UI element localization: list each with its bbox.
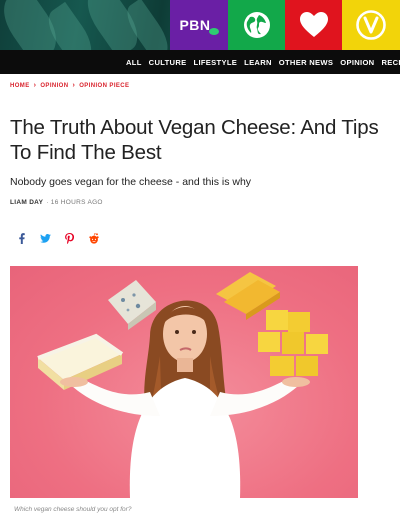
- hero-image: [10, 266, 358, 498]
- main-nav: ALL CULTURE LIFESTYLE LEARN OTHER NEWS O…: [0, 50, 400, 74]
- article-title: The Truth About Vegan Cheese: And Tips T…: [10, 116, 379, 164]
- nav-item-other-news[interactable]: OTHER NEWS: [279, 58, 333, 67]
- article-subtitle: Nobody goes vegan for the cheese - and t…: [10, 176, 252, 188]
- nav-item-all[interactable]: ALL: [126, 58, 142, 67]
- heart-icon: [299, 12, 328, 37]
- v-tile[interactable]: [342, 0, 400, 50]
- nav-item-lifestyle[interactable]: LIFESTYLE: [194, 58, 238, 67]
- globe-icon: [243, 12, 270, 38]
- author-name[interactable]: LIAM DAY: [10, 199, 43, 206]
- blue-cheese: [108, 280, 156, 330]
- breadcrumb-opinion-piece[interactable]: OPINION PIECE: [79, 83, 129, 89]
- breadcrumb-opinion[interactable]: OPINION: [40, 83, 68, 89]
- nav-item-recipes[interactable]: RECIPES: [381, 58, 400, 67]
- pbn-logo-text: PBN: [179, 17, 211, 33]
- breadcrumb-separator: ›: [33, 82, 37, 89]
- world-tile[interactable]: [228, 0, 285, 50]
- site-banner: PBN: [0, 0, 400, 50]
- woman-with-cheese-illustration: [37, 272, 328, 498]
- breadcrumb-separator: ›: [72, 82, 76, 89]
- facebook-icon[interactable]: [18, 233, 26, 244]
- cheese-cubes: [258, 310, 328, 376]
- image-caption: Which vegan cheese should you opt for?: [14, 506, 132, 513]
- v-icon: [356, 10, 386, 40]
- reddit-icon[interactable]: [88, 233, 100, 244]
- publish-time: · 16 HOURS AGO: [46, 199, 103, 206]
- nav-item-opinion[interactable]: OPINION: [340, 58, 374, 67]
- breadcrumb-home[interactable]: HOME: [10, 83, 30, 89]
- nav-item-learn[interactable]: LEARN: [244, 58, 272, 67]
- pbn-dot: [208, 27, 219, 35]
- article-meta: LIAM DAY · 16 HOURS AGO: [10, 199, 103, 206]
- breadcrumb: HOME › OPINION › OPINION PIECE: [10, 82, 129, 89]
- twitter-icon[interactable]: [40, 234, 51, 243]
- pbn-logo[interactable]: PBN: [170, 0, 228, 50]
- pinterest-icon[interactable]: [65, 233, 74, 244]
- heart-tile[interactable]: [285, 0, 342, 50]
- share-bar: [18, 233, 114, 244]
- nav-item-culture[interactable]: CULTURE: [149, 58, 187, 67]
